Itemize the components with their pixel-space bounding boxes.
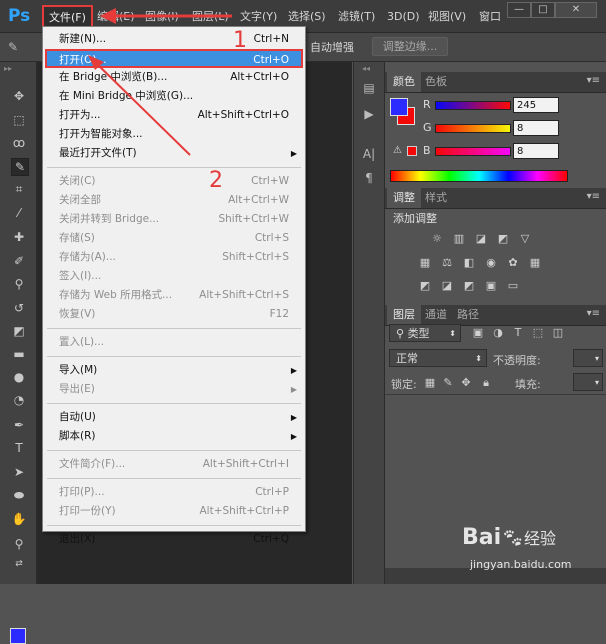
annotation-arrow-2 (95, 62, 191, 156)
annotation-step-1: 1 (233, 28, 247, 53)
annotation-arrowhead-1 (100, 8, 116, 24)
watermark-brand-tail: 经验 (524, 529, 557, 548)
baidu-watermark: Bai🐾︎经验 (462, 525, 556, 550)
paw-icon: 🐾︎ (501, 528, 525, 549)
watermark-brand: Bai (462, 525, 502, 550)
annotation-layer (88, 8, 232, 156)
foreground-color-box[interactable] (390, 98, 408, 116)
annotation-step-2: 2 (209, 168, 223, 193)
foreground-color-swatch[interactable] (10, 628, 26, 644)
watermark-url: jingyan.baidu.com (470, 558, 572, 571)
